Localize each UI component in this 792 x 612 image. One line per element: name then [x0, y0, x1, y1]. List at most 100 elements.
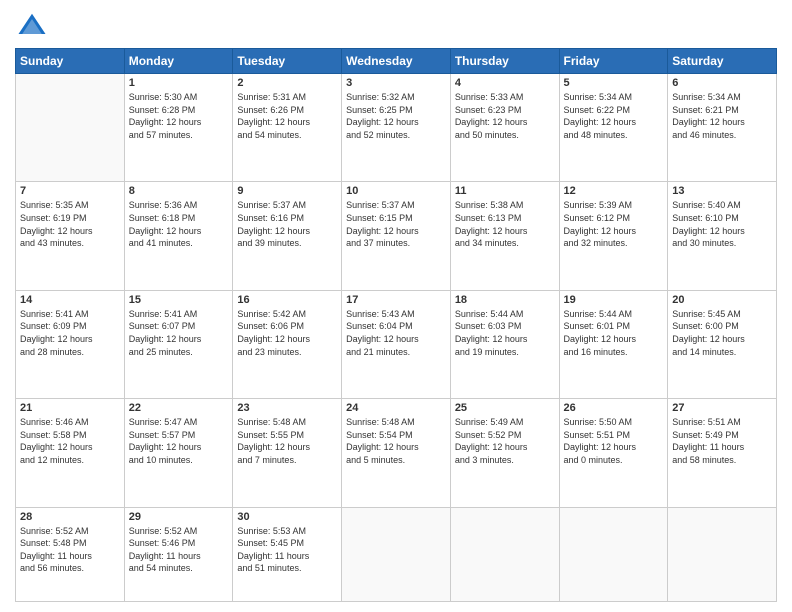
calendar-cell: 12Sunrise: 5:39 AM Sunset: 6:12 PM Dayli…: [559, 182, 668, 290]
day-number: 15: [129, 294, 229, 306]
weekday-header-cell: Saturday: [668, 49, 777, 74]
day-number: 16: [237, 294, 337, 306]
calendar-cell: 20 Sunrise: 5:45 AM Sunset: 6:00 PM Dayli…: [668, 290, 777, 398]
day-info: Sunrise: 5:45 AM Sunset: 6:00 PM Dayligh…: [672, 308, 772, 358]
day-number: 6: [672, 77, 772, 89]
day-number: 20: [672, 294, 772, 306]
day-number: 18: [455, 294, 555, 306]
calendar-cell: 29 Sunrise: 5:52 AM Sunset: 5:46 PM Dayli…: [124, 507, 233, 601]
calendar-cell: 9 Sunrise: 5:37 AM Sunset: 6:16 PM Daylig…: [233, 182, 342, 290]
day-number: 17: [346, 294, 446, 306]
calendar-cell: 6 Sunrise: 5:34 AM Sunset: 6:21 PM Daylig…: [668, 74, 777, 182]
calendar-cell: 27Sunrise: 5:51 AM Sunset: 5:49 PM Dayli…: [668, 399, 777, 507]
day-number: 22: [129, 402, 229, 414]
calendar-cell: 18Sunrise: 5:44 AM Sunset: 6:03 PM Dayli…: [450, 290, 559, 398]
calendar-table: SundayMondayTuesdayWednesdayThursdayFrid…: [15, 48, 777, 602]
day-number: 30: [237, 511, 337, 523]
day-info: Sunrise: 5:34 AM Sunset: 6:22 PM Dayligh…: [564, 91, 664, 141]
day-info: Sunrise: 5:37 AM Sunset: 6:15 PM Dayligh…: [346, 199, 446, 249]
day-info: Sunrise: 5:48 AM Sunset: 5:55 PM Dayligh…: [237, 416, 337, 466]
calendar-cell: 25Sunrise: 5:49 AM Sunset: 5:52 PM Dayli…: [450, 399, 559, 507]
day-info: Sunrise: 5:53 AM Sunset: 5:45 PM Dayligh…: [237, 525, 337, 575]
calendar-cell: 4 Sunrise: 5:33 AM Sunset: 6:23 PM Daylig…: [450, 74, 559, 182]
calendar-cell: 13 Sunrise: 5:40 AM Sunset: 6:10 PM Dayli…: [668, 182, 777, 290]
calendar-cell: 28 Sunrise: 5:52 AM Sunset: 5:48 PM Dayli…: [16, 507, 125, 601]
day-number: 19: [564, 294, 664, 306]
calendar-cell: 21 Sunrise: 5:46 AM Sunset: 5:58 PM Dayli…: [16, 399, 125, 507]
header: [15, 10, 777, 40]
day-info: Sunrise: 5:47 AM Sunset: 5:57 PM Dayligh…: [129, 416, 229, 466]
calendar-cell: [342, 507, 451, 601]
day-info: Sunrise: 5:41 AM Sunset: 6:09 PM Dayligh…: [20, 308, 120, 358]
calendar-cell: 15 Sunrise: 5:41 AM Sunset: 6:07 PM Dayli…: [124, 290, 233, 398]
calendar-cell: 26 Sunrise: 5:50 AM Sunset: 5:51 PM Dayli…: [559, 399, 668, 507]
day-info: Sunrise: 5:52 AM Sunset: 5:46 PM Dayligh…: [129, 525, 229, 575]
day-info: Sunrise: 5:52 AM Sunset: 5:48 PM Dayligh…: [20, 525, 120, 575]
day-number: 7: [20, 185, 120, 197]
day-info: Sunrise: 5:41 AM Sunset: 6:07 PM Dayligh…: [129, 308, 229, 358]
calendar-cell: 8Sunrise: 5:36 AM Sunset: 6:18 PM Daylig…: [124, 182, 233, 290]
day-number: 2: [237, 77, 337, 89]
page: SundayMondayTuesdayWednesdayThursdayFrid…: [0, 0, 792, 612]
day-number: 3: [346, 77, 446, 89]
day-number: 14: [20, 294, 120, 306]
calendar-cell: 14 Sunrise: 5:41 AM Sunset: 6:09 PM Dayli…: [16, 290, 125, 398]
day-info: Sunrise: 5:40 AM Sunset: 6:10 PM Dayligh…: [672, 199, 772, 249]
day-info: Sunrise: 5:30 AM Sunset: 6:28 PM Dayligh…: [129, 91, 229, 141]
day-info: Sunrise: 5:31 AM Sunset: 6:26 PM Dayligh…: [237, 91, 337, 141]
calendar-cell: 5 Sunrise: 5:34 AM Sunset: 6:22 PM Daylig…: [559, 74, 668, 182]
weekday-header-cell: Tuesday: [233, 49, 342, 74]
day-number: 9: [237, 185, 337, 197]
day-number: 5: [564, 77, 664, 89]
day-number: 26: [564, 402, 664, 414]
day-number: 28: [20, 511, 120, 523]
calendar-cell: 23Sunrise: 5:48 AM Sunset: 5:55 PM Dayli…: [233, 399, 342, 507]
calendar-cell: [16, 74, 125, 182]
calendar-week-row: 28 Sunrise: 5:52 AM Sunset: 5:48 PM Dayli…: [16, 507, 777, 601]
day-number: 13: [672, 185, 772, 197]
calendar-cell: 2 Sunrise: 5:31 AM Sunset: 6:26 PM Daylig…: [233, 74, 342, 182]
day-number: 10: [346, 185, 446, 197]
calendar-cell: 19 Sunrise: 5:44 AM Sunset: 6:01 PM Dayli…: [559, 290, 668, 398]
day-info: Sunrise: 5:38 AM Sunset: 6:13 PM Dayligh…: [455, 199, 555, 249]
calendar-cell: 22 Sunrise: 5:47 AM Sunset: 5:57 PM Dayli…: [124, 399, 233, 507]
day-number: 21: [20, 402, 120, 414]
day-info: Sunrise: 5:44 AM Sunset: 6:01 PM Dayligh…: [564, 308, 664, 358]
calendar-cell: 7Sunrise: 5:35 AM Sunset: 6:19 PM Daylig…: [16, 182, 125, 290]
calendar-cell: 1 Sunrise: 5:30 AM Sunset: 6:28 PM Daylig…: [124, 74, 233, 182]
day-info: Sunrise: 5:32 AM Sunset: 6:25 PM Dayligh…: [346, 91, 446, 141]
day-number: 8: [129, 185, 229, 197]
weekday-header-cell: Thursday: [450, 49, 559, 74]
day-info: Sunrise: 5:51 AM Sunset: 5:49 PM Dayligh…: [672, 416, 772, 466]
day-info: Sunrise: 5:50 AM Sunset: 5:51 PM Dayligh…: [564, 416, 664, 466]
logo: [15, 10, 47, 40]
calendar-cell: 16Sunrise: 5:42 AM Sunset: 6:06 PM Dayli…: [233, 290, 342, 398]
day-info: Sunrise: 5:37 AM Sunset: 6:16 PM Dayligh…: [237, 199, 337, 249]
day-number: 25: [455, 402, 555, 414]
day-info: Sunrise: 5:48 AM Sunset: 5:54 PM Dayligh…: [346, 416, 446, 466]
day-info: Sunrise: 5:33 AM Sunset: 6:23 PM Dayligh…: [455, 91, 555, 141]
day-info: Sunrise: 5:46 AM Sunset: 5:58 PM Dayligh…: [20, 416, 120, 466]
calendar-cell: 10 Sunrise: 5:37 AM Sunset: 6:15 PM Dayli…: [342, 182, 451, 290]
weekday-header-cell: Friday: [559, 49, 668, 74]
calendar-week-row: 1 Sunrise: 5:30 AM Sunset: 6:28 PM Daylig…: [16, 74, 777, 182]
day-number: 1: [129, 77, 229, 89]
day-number: 24: [346, 402, 446, 414]
calendar-cell: [559, 507, 668, 601]
calendar-week-row: 7Sunrise: 5:35 AM Sunset: 6:19 PM Daylig…: [16, 182, 777, 290]
weekday-header-cell: Sunday: [16, 49, 125, 74]
day-number: 4: [455, 77, 555, 89]
calendar-cell: [450, 507, 559, 601]
calendar-cell: 24 Sunrise: 5:48 AM Sunset: 5:54 PM Dayli…: [342, 399, 451, 507]
day-info: Sunrise: 5:43 AM Sunset: 6:04 PM Dayligh…: [346, 308, 446, 358]
calendar-week-row: 14 Sunrise: 5:41 AM Sunset: 6:09 PM Dayli…: [16, 290, 777, 398]
weekday-header-cell: Monday: [124, 49, 233, 74]
day-info: Sunrise: 5:34 AM Sunset: 6:21 PM Dayligh…: [672, 91, 772, 141]
weekday-header-cell: Wednesday: [342, 49, 451, 74]
calendar-cell: 11Sunrise: 5:38 AM Sunset: 6:13 PM Dayli…: [450, 182, 559, 290]
day-info: Sunrise: 5:39 AM Sunset: 6:12 PM Dayligh…: [564, 199, 664, 249]
day-number: 29: [129, 511, 229, 523]
calendar-cell: [668, 507, 777, 601]
weekday-header-row: SundayMondayTuesdayWednesdayThursdayFrid…: [16, 49, 777, 74]
calendar-week-row: 21 Sunrise: 5:46 AM Sunset: 5:58 PM Dayli…: [16, 399, 777, 507]
